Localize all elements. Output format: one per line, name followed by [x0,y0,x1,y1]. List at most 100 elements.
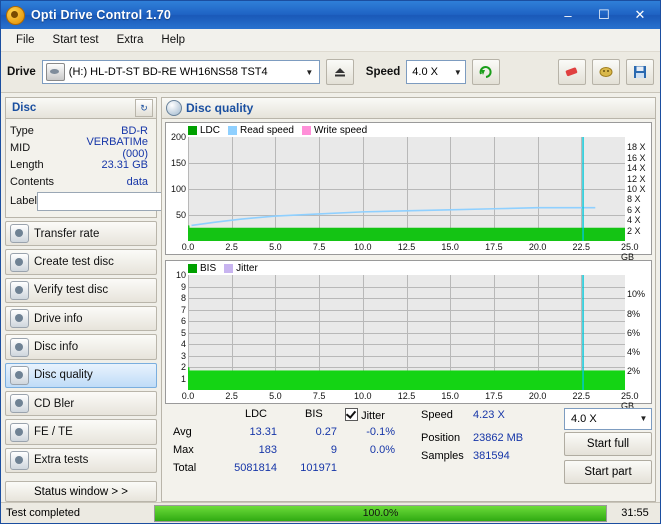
speed-readout-value: 4.23 X [473,408,505,421]
drive-select-value: (H:) HL-DT-ST BD-RE WH16NS58 TST4 [68,66,268,78]
disc-value-contents: data [126,175,148,188]
x-tick: 15.0 [441,242,459,253]
disc-panel-header: Disc ↻ [5,97,157,119]
stats-header-ldc: LDC [245,407,268,420]
disc-row-label: Label [10,190,225,212]
speed-select-value: 4.0 X [412,66,438,78]
stats-row-label-total: Total [173,461,197,474]
start-full-button[interactable]: Start full [564,431,652,456]
y-tick: 3 [180,350,186,361]
close-button[interactable]: ✕ [622,4,658,26]
create-test-disc-icon [10,252,29,272]
x-tick: 2.5 [225,390,238,401]
disc-value-mid: VERBATIMe (000) [86,135,148,160]
progress-text: 100.0% [362,506,399,519]
x-tick: 20.0 [528,390,547,401]
x-tick: 7.5 [312,242,326,253]
disc-key-contents: Contents [10,175,55,188]
legend-label-ldc: LDC [200,125,221,136]
stats-avg-bis: 0.27 [315,425,337,438]
menu-item-help[interactable]: Help [152,32,194,48]
ldc-chart[interactable]: LDC Read speed Write speed 200 150 100 50 1… [165,122,652,262]
bis-chart[interactable]: BIS Jitter 10 9 8 7 6 5 4 3 2 1 10% 8% 6% 4% 2% 0.0 2.… [165,260,652,411]
ldc-x-axis: 0.0 2.5 5.0 7.5 10.0 12.5 15.0 17.5 20.0 22.5 25.0… [166,242,651,262]
sidebar-item-disc-info[interactable]: Disc info [5,334,157,360]
x-tick: 12.5 [397,242,416,253]
x-tick: 12.5 [397,390,416,401]
maximize-button[interactable]: ☐ [586,4,622,26]
sidebar-item-transfer-rate[interactable]: Transfer rate [5,221,157,247]
x-tick: 2.5 [225,242,238,253]
sidebar-label-verify-test-disc: Verify test disc [34,284,109,297]
disc-key-mid: MID [10,141,31,154]
y2-tick: 2 X [627,225,641,236]
menu-item-start-test[interactable]: Start test [44,32,108,48]
status-window-button[interactable]: Status window > > [5,481,157,502]
sidebar-item-disc-quality[interactable]: Disc quality [5,362,157,389]
menu-item-file[interactable]: File [7,32,44,48]
transfer-rate-icon [10,224,29,244]
sidebar-item-create-test-disc[interactable]: Create test disc [5,249,157,275]
erase-button[interactable] [558,59,586,85]
sidebar-item-drive-info[interactable]: Drive info [5,306,157,332]
sidebar-label-disc-info: Disc info [34,341,79,354]
drive-select[interactable]: (H:) HL-DT-ST BD-RE WH16NS58 TST4 ▼ [41,60,320,84]
minimize-button[interactable]: – [550,4,586,26]
disc-quality-header-icon [166,100,182,116]
jitter-avg-value: -0.1% [366,425,395,438]
info-button[interactable] [592,59,620,85]
chevron-down-icon[interactable]: ▼ [302,62,317,82]
eject-button[interactable] [325,59,354,85]
legend-label-bis: BIS [200,263,217,275]
disc-info-icon [10,337,29,357]
bis-y2-axis: 10% 8% 6% 4% 2% [625,261,651,403]
disc-refresh-button[interactable]: ↻ [135,99,153,117]
drive-icon [45,63,65,81]
page-title: Disc quality [186,101,254,115]
sidebar-label-disc-quality: Disc quality [34,369,93,382]
y2-tick: 8 X [627,194,641,205]
menu-bar: File Start test Extra Help [1,29,660,52]
sidebar-item-fe-te[interactable]: FE / TE [5,419,157,445]
extra-tests-icon [10,450,29,470]
elapsed-time: 31:55 [621,507,649,519]
disc-row-length: Length 23.31 GB [10,156,152,173]
y-tick: 4 [180,339,186,350]
chevron-down-icon[interactable]: ▼ [636,409,651,429]
y-tick: 50 [175,210,186,220]
menu-item-extra[interactable]: Extra [108,32,153,48]
status-bar: Test completed 100.0% 31:55 [1,502,660,523]
bis-y-axis: 10 9 8 7 6 5 4 3 2 1 [166,261,188,403]
jitter-checkbox-box[interactable] [345,407,358,421]
samples-value: 381594 [473,449,510,462]
y-tick: 6 [180,316,186,327]
legend-item-ldc: LDC [188,125,220,136]
stats-right: Speed 4.23 X Position 23862 MB Samples 3… [421,407,652,498]
disc-key-label: Label [10,195,37,207]
left-sidebar: Disc ↻ Type BD-R MID VERBATIMe (000) Len… [5,97,225,502]
bis-chart-legend: BIS Jitter [188,263,258,274]
x-tick: 10.0 [354,390,372,401]
sidebar-label-transfer-rate: Transfer rate [34,227,100,240]
jitter-checkbox[interactable]: Jitter [345,407,385,422]
bis-x-axis: 0.0 2.5 5.0 7.5 10.0 12.5 15.0 17.5 20.0 22.5 25.0… [166,390,651,411]
sidebar-item-extra-tests[interactable]: Extra tests [5,447,157,474]
position-value: 23862 MB [473,431,524,444]
app-icon [6,5,25,25]
ldc-chart-legend: LDC Read speed Write speed [188,125,367,136]
chevron-down-icon[interactable]: ▼ [450,62,465,82]
x-tick: 17.5 [485,242,503,253]
y-tick: 100 [170,184,186,194]
disc-panel-title: Disc [12,102,37,114]
test-speed-select[interactable]: 4.0 X ▼ [564,407,652,430]
speed-select[interactable]: 4.0 X ▼ [406,60,467,84]
y2-tick: 4% [627,346,641,357]
sidebar-item-verify-test-disc[interactable]: Verify test disc [5,277,157,304]
start-part-button[interactable]: Start part [564,459,652,484]
sidebar-item-cd-bler[interactable]: CD Bler [5,391,157,417]
stats-header-bis: BIS [305,407,323,420]
save-button[interactable] [626,59,654,85]
content-panel: Disc quality LDC Read speed Write speed … [161,97,656,502]
ldc-y2-axis: 18 X 16 X 14 X 12 X 10 X8 X6 X4 X2 X [625,123,651,254]
refresh-button[interactable] [472,59,501,85]
